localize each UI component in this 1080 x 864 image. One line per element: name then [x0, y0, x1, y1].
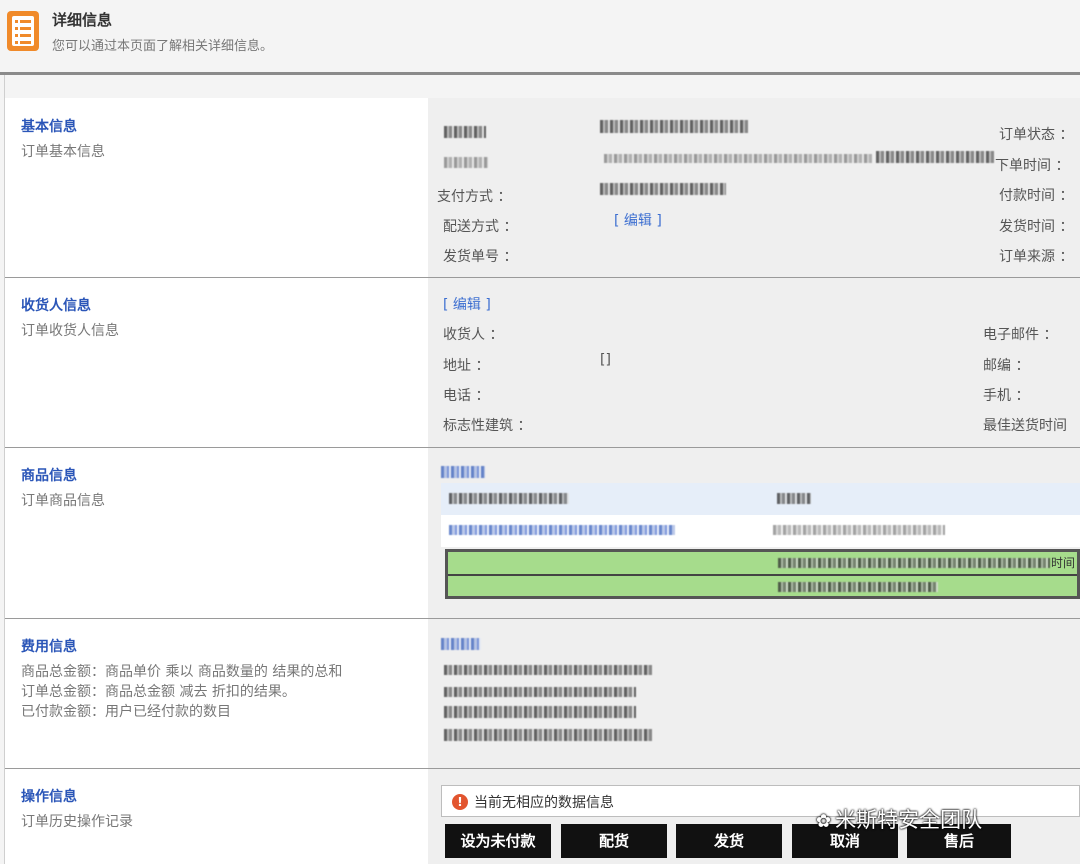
fee-desc-paid: 已付款金额：用户已经付款的数目 [21, 704, 231, 720]
warning-icon: ! [452, 794, 468, 810]
table-header-cell [777, 493, 811, 504]
fee-desc-order-total: 订单总金额：商品总金额 减去 折扣的结果。 [21, 684, 296, 700]
order-source-label: 订单来源 ： [999, 249, 1074, 265]
goods-name-link[interactable] [449, 525, 675, 535]
buyer-extra [876, 151, 994, 163]
goods-table: 时间 [441, 483, 1080, 603]
section-desc: 订单历史操作记录 [21, 814, 133, 830]
goods-summary-tail: 时间 [1050, 556, 1075, 570]
ship-time-label: 发货时间 ： [999, 219, 1074, 235]
order-number-value [600, 120, 748, 133]
fee-line [444, 706, 636, 718]
goods-summary-text [778, 582, 938, 592]
payment-method-value [600, 183, 726, 195]
goods-summary-text [778, 558, 1050, 568]
zipcode-label: 邮编 ： [983, 358, 1030, 374]
section-title: 基本信息 [21, 119, 77, 135]
section-title: 商品信息 [21, 468, 77, 484]
wechat-icon: ✿ [816, 811, 832, 832]
mobile-label: 手机 ： [983, 388, 1030, 404]
address-value: [] [600, 352, 611, 368]
page-title: 详细信息 [52, 11, 113, 29]
order-time-label: 下单时间 ： [995, 158, 1070, 174]
order-number-label [444, 126, 486, 138]
no-data-alert: ! 当前无相应的数据信息 [441, 785, 1080, 817]
section-title: 收货人信息 [21, 298, 91, 314]
table-header-row [441, 483, 1080, 515]
set-unpaid-button[interactable]: 设为未付款 [445, 824, 551, 858]
section-title: 操作信息 [21, 789, 77, 805]
tracking-number-label: 发货单号 ： [443, 249, 518, 265]
phone-label: 电话 ： [443, 388, 490, 404]
section-basic-info: 基本信息 订单基本信息 [5, 98, 1080, 278]
edit-consignee-link[interactable]: [ 编辑 ] [443, 294, 491, 314]
payment-time-label: 付款时间 ： [999, 188, 1074, 204]
shipping-method-label: 配送方式 ： [443, 219, 518, 235]
section-consignee-info: 收货人信息 订单收货人信息 [5, 278, 1080, 448]
ship-button[interactable]: 发货 [676, 824, 782, 858]
consignee-name-label: 收货人 ： [443, 327, 504, 343]
fee-desc-goods-total: 商品总金额：商品单价 乘以 商品数量的 结果的总和 [21, 664, 343, 680]
fee-line [444, 687, 636, 697]
table-row [441, 515, 1080, 547]
section-desc: 订单商品信息 [21, 493, 105, 509]
alert-text: 当前无相应的数据信息 [474, 795, 614, 811]
fee-line [444, 665, 652, 675]
page-subtitle: 您可以通过本页面了解相关详细信息。 [52, 39, 274, 54]
buyer-label [444, 157, 488, 168]
list-document-icon [7, 11, 39, 51]
watermark-text: 米斯特安全团队 [835, 808, 983, 832]
buyer-value [604, 154, 872, 163]
allocate-goods-button[interactable]: 配货 [561, 824, 667, 858]
goods-attr [773, 525, 945, 535]
landmark-label: 标志性建筑 ： [443, 418, 532, 434]
section-desc: 订单收货人信息 [21, 323, 119, 339]
watermark: ✿ 米斯特安全团队 [816, 804, 982, 834]
fee-label [441, 638, 481, 650]
section-title: 费用信息 [21, 639, 77, 655]
best-delivery-time-label: 最佳送货时间 [983, 418, 1067, 434]
email-label: 电子邮件 ： [983, 327, 1058, 343]
fee-line [444, 729, 652, 741]
table-header-cell [449, 493, 569, 504]
order-status-label: 订单状态 ： [999, 127, 1074, 143]
page-header: 详细信息 您可以通过本页面了解相关详细信息。 [0, 0, 1080, 72]
payment-method-label: 支付方式 ： [437, 189, 512, 205]
goods-label [441, 466, 485, 478]
address-label: 地址 ： [443, 358, 490, 374]
goods-summary-row: 时间 [445, 549, 1080, 599]
section-desc: 订单基本信息 [21, 144, 105, 160]
edit-shipping-link[interactable]: [ 编辑 ] [614, 210, 662, 230]
